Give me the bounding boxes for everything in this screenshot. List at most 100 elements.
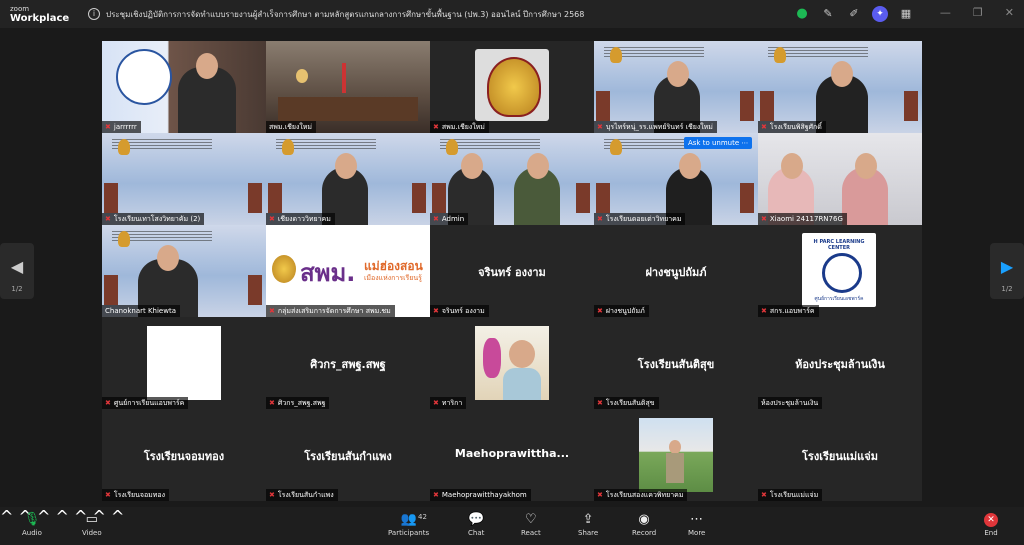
chat-options-caret-icon[interactable]: ^ xyxy=(56,507,69,526)
video-tile[interactable]: สพม. แม่ฮ่องสอน เมืองแห่งการเรียนรู้ ✖ กล… xyxy=(266,225,430,317)
audio-label: Audio xyxy=(22,529,42,537)
video-tile[interactable]: ✖ Xiaomi 24117RN76G xyxy=(758,133,922,225)
shield-icon[interactable]: ● xyxy=(794,6,810,22)
minimize-icon[interactable]: — xyxy=(940,6,951,19)
maximize-icon[interactable]: ❐ xyxy=(973,6,983,19)
notes-icon[interactable]: ✎ xyxy=(820,6,836,22)
video-tile[interactable]: H PARC LEARNING CENTER ศูนย์การเรียนเอชพ… xyxy=(758,225,922,317)
mic-muted-icon: ✖ xyxy=(269,215,275,223)
video-tile[interactable]: Chanoknart Khiewta xyxy=(102,225,266,317)
participant-name: โรงเรียนเทาโสงวิทยาคัม (2) xyxy=(113,215,201,223)
video-tile[interactable]: ✖ Admin xyxy=(430,133,594,225)
video-tile[interactable]: โรงเรียนจอมทอง ✖ โรงเรียนจอมทอง xyxy=(102,409,266,501)
participant-name: Chanoknart Khiewta xyxy=(105,307,176,315)
share-button[interactable]: ⇪ Share xyxy=(578,511,598,537)
record-label: Record xyxy=(632,529,657,537)
more-options-icon[interactable]: ⋯ xyxy=(741,139,748,147)
video-tile[interactable]: สพม.เชียงใหม่ xyxy=(266,41,430,133)
more-button[interactable]: ⋯ More xyxy=(688,511,705,537)
participant-name: ศิวกร_สพฐ.สพฐ xyxy=(277,399,326,407)
spm-logo-tagline: เมืองแห่งการเรียนรู้ xyxy=(364,274,422,282)
end-label: End xyxy=(984,529,998,537)
video-tile[interactable]: ✖ ทาริกา xyxy=(430,317,594,409)
share-screen-icon: ⇪ xyxy=(582,512,594,527)
mic-muted-icon: ✖ xyxy=(597,491,603,499)
mic-muted-icon: ✖ xyxy=(761,215,767,223)
participant-display-name: โรงเรียนจอมทอง xyxy=(143,450,225,463)
share-label: Share xyxy=(578,529,599,537)
spm-logo-text: สพม. xyxy=(300,259,356,287)
close-icon[interactable]: ✕ xyxy=(1005,6,1014,19)
participant-display-name: โรงเรียนแม่แจ่ม xyxy=(802,450,878,463)
mic-muted-icon: ✖ xyxy=(433,215,439,223)
mic-muted-icon: ✖ xyxy=(105,491,111,499)
participant-name: โรงเรียนจอมทอง xyxy=(113,491,166,499)
video-tile[interactable]: ✖ โรงเรียนสองแควพิทยาคม xyxy=(594,409,758,501)
video-tile[interactable]: โรงเรียนสันติสุข ✖ โรงเรียนสันติสุข xyxy=(594,317,758,409)
video-button[interactable]: ▭ Video xyxy=(82,511,102,537)
participant-display-name: จรินทร์ องงาม xyxy=(478,266,546,279)
record-options-caret-icon[interactable]: ^ xyxy=(111,507,124,526)
participant-name: ทาริกา xyxy=(441,399,463,407)
video-tile[interactable]: ✖ สพม.เชียงใหม่ xyxy=(430,41,594,133)
ask-to-unmute-button[interactable]: Ask to unmute ⋯ xyxy=(684,137,753,149)
participant-name: บุรไทร์หนุ่_รร.แพทย์รินทร์ เชียงใหม่ xyxy=(605,123,713,131)
mic-muted-icon: ✖ xyxy=(105,123,111,131)
next-page-button[interactable]: ▶ 1/2 xyxy=(990,243,1024,299)
participant-name: โรงเรียนสองแควพิทยาคม xyxy=(605,491,684,499)
video-tile[interactable]: โรงเรียนแม่แจ่ม ✖ โรงเรียนแม่แจ่ม xyxy=(758,409,922,501)
participant-name: Xiaomi 24117RN76G xyxy=(769,215,843,223)
video-tile[interactable]: ✖ เชียงดาววิทยาคม xyxy=(266,133,430,225)
video-tile[interactable]: ฝางชนูปถัมภ์ ✖ ฝางชนูปถัมภ์ xyxy=(594,225,758,317)
meeting-toolbar: 🎙 Audio ^ ▭ Video ^ 👥 Participants 42 ^ … xyxy=(0,507,1024,545)
mic-muted-icon: ✖ xyxy=(269,491,275,499)
video-tile[interactable]: ✖ ศูนย์การเรียนแอบพาร์ค xyxy=(102,317,266,409)
info-icon[interactable]: i xyxy=(88,8,100,20)
whiteboard-icon[interactable]: ✐ xyxy=(846,6,862,22)
react-button[interactable]: ♡ React xyxy=(521,511,541,537)
record-button[interactable]: ◉ Record xyxy=(632,511,656,537)
participant-name: ฝางชนูปถัมภ์ xyxy=(605,307,645,315)
mic-muted-icon: ✖ xyxy=(597,399,603,407)
mic-muted-icon: ✖ xyxy=(269,307,275,315)
spm-logo xyxy=(272,255,296,283)
chat-icon: 💬 xyxy=(468,512,485,527)
more-label: More xyxy=(688,529,706,537)
participant-name: jarrrrrr xyxy=(113,123,137,131)
mic-muted-icon: ✖ xyxy=(761,123,767,131)
chat-button[interactable]: 💬 Chat xyxy=(468,511,484,537)
video-tile[interactable]: ✖ jarrrrrr xyxy=(102,41,266,133)
participant-name: Admin xyxy=(441,215,465,223)
video-tile[interactable]: ห้องประชุมล้านเงิน ห้องประชุมล้านเงิน xyxy=(758,317,922,409)
participant-display-name: ฝางชนูปถัมภ์ xyxy=(645,266,707,279)
audio-options-caret-icon[interactable]: ^ xyxy=(0,507,13,526)
participant-name: โรงเรียนสันติสุข xyxy=(605,399,655,407)
camera-icon: ▭ xyxy=(85,512,98,527)
participant-display-name: ศิวกร_สพฐ.สพฐ xyxy=(310,358,386,371)
participant-name: โรงเรียนสันกำแพง xyxy=(277,491,334,499)
video-tile[interactable]: Maehoprawittha... ✖ Maehoprawitthayakhom xyxy=(430,409,594,501)
mic-muted-icon: ✖ xyxy=(597,307,603,315)
participant-name: Maehoprawitthayakhom xyxy=(441,491,527,499)
video-tile[interactable]: ✖ บุรไทร์หนุ่_รร.แพทย์รินทร์ เชียงใหม่ xyxy=(594,41,758,133)
end-meeting-button[interactable]: ✕ End xyxy=(984,511,998,537)
participant-name: จรินทร์ องงาม xyxy=(441,307,485,315)
video-tile[interactable]: ✖ โรงเรียนพิสิฐศักดิ์ xyxy=(758,41,922,133)
chevron-right-icon: ▶ xyxy=(1000,257,1014,276)
video-tile[interactable]: ✖ โรงเรียนเทาโสงวิทยาคัม (2) xyxy=(102,133,266,225)
mic-muted-icon: ✖ xyxy=(597,215,603,223)
video-tile[interactable]: ศิวกร_สพฐ.สพฐ ✖ ศิวกร_สพฐ.สพฐ xyxy=(266,317,430,409)
participant-name: ศูนย์การเรียนแอบพาร์ค xyxy=(113,399,185,407)
chevron-left-icon: ◀ xyxy=(10,257,24,276)
page-count-right: 1/2 xyxy=(1001,285,1013,293)
mic-muted-icon: ✖ xyxy=(433,399,439,407)
prev-page-button[interactable]: ◀ 1/2 xyxy=(0,243,34,299)
video-tile[interactable]: โรงเรียนสันกำแพง ✖ โรงเรียนสันกำแพง xyxy=(266,409,430,501)
apps-icon[interactable]: ▦ xyxy=(898,6,914,22)
video-tile[interactable]: จรินทร์ องงาม ✖ จรินทร์ องงาม xyxy=(430,225,594,317)
ai-companion-icon[interactable]: ✦ xyxy=(872,6,888,22)
audio-button[interactable]: 🎙 Audio xyxy=(22,511,42,537)
participant-name: สพม.เชียงใหม่ xyxy=(269,123,313,131)
chat-label: Chat xyxy=(468,529,485,537)
participant-name: สกร.แอบพาร์ค xyxy=(769,307,815,315)
